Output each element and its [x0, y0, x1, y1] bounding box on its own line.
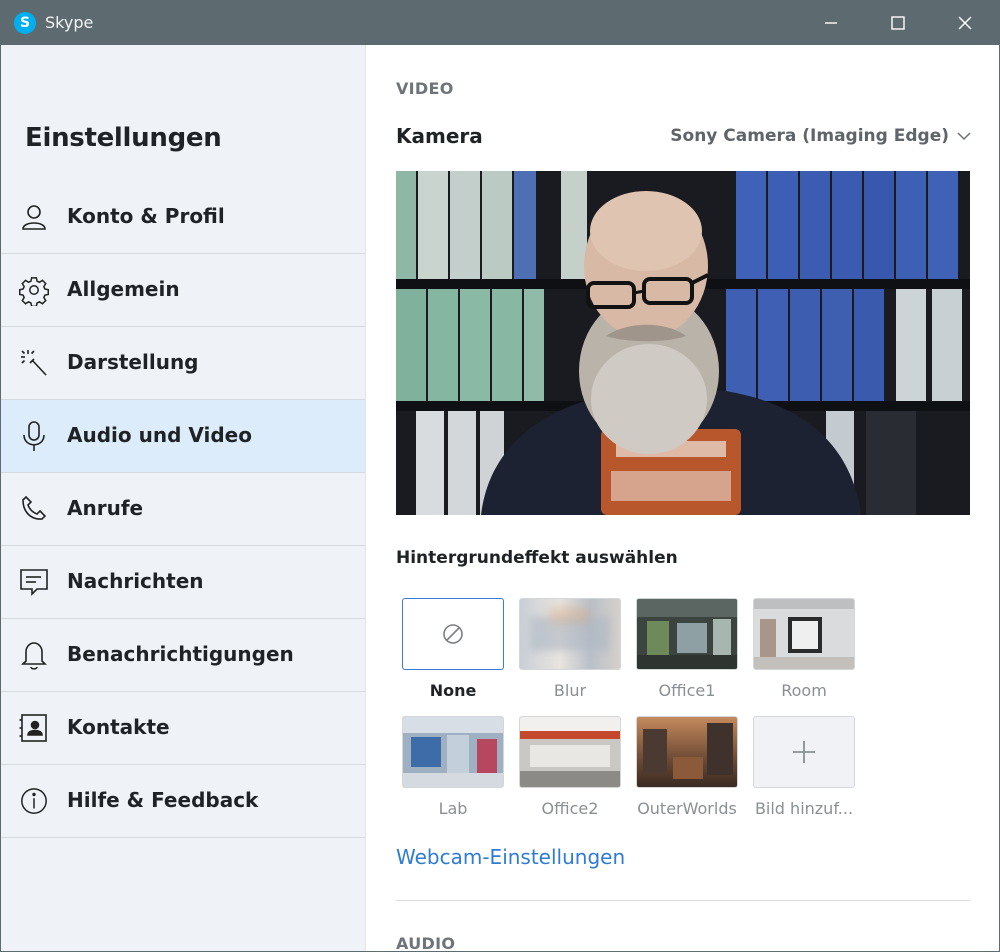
- background-tile-room[interactable]: Room: [753, 598, 855, 700]
- sidebar-item-label: Konto & Profil: [67, 204, 225, 228]
- settings-title: Einstellungen: [25, 123, 222, 153]
- sidebar-item-nachrichten[interactable]: Nachrichten: [1, 546, 365, 619]
- sidebar-item-kontakte[interactable]: Kontakte: [1, 692, 365, 765]
- background-tile-label: Room: [781, 681, 827, 700]
- background-tile-label: OuterWorlds: [637, 799, 737, 818]
- sidebar-item-label: Nachrichten: [67, 569, 204, 593]
- maximize-icon: [891, 16, 905, 30]
- background-effect-heading: Hintergrundeffekt auswählen: [396, 548, 678, 568]
- plus-icon: [793, 741, 815, 763]
- sidebar-item-allgemein[interactable]: Allgemein: [1, 254, 365, 327]
- background-tile-label: Office1: [658, 681, 716, 700]
- camera-label: Kamera: [396, 124, 483, 148]
- sidebar-item-anrufe[interactable]: Anrufe: [1, 473, 365, 546]
- settings-sidebar: Einstellungen Konto & Profil Allgemein D…: [1, 45, 366, 951]
- background-thumb: [753, 716, 855, 788]
- background-tile-blur[interactable]: Blur: [519, 598, 621, 700]
- camera-dropdown[interactable]: Sony Camera (Imaging Edge): [670, 126, 971, 146]
- background-tile-office2[interactable]: Office2: [519, 716, 621, 818]
- background-tile-label: Bild hinzuf...: [754, 799, 854, 818]
- sidebar-item-label: Kontakte: [67, 715, 170, 739]
- no-effect-icon: [443, 624, 463, 644]
- window-title: Skype: [45, 13, 94, 32]
- background-thumb: [519, 716, 621, 788]
- background-tile-label: Office2: [541, 799, 599, 818]
- background-thumb: [636, 598, 738, 670]
- sidebar-item-hilfe-feedback[interactable]: Hilfe & Feedback: [1, 765, 365, 838]
- background-tile-outerworlds[interactable]: OuterWorlds: [636, 716, 738, 818]
- settings-nav: Konto & Profil Allgemein Darstellung Aud…: [1, 181, 365, 838]
- video-section-label: VIDEO: [396, 79, 454, 98]
- background-thumb: [519, 598, 621, 670]
- person-icon: [19, 202, 49, 232]
- background-thumb: [402, 716, 504, 788]
- sidebar-item-benachrichtigungen[interactable]: Benachrichtigungen: [1, 619, 365, 692]
- background-tile-label: Lab: [438, 799, 468, 818]
- info-icon: [19, 786, 49, 816]
- background-thumb: [402, 598, 504, 670]
- background-tile-none[interactable]: None: [402, 598, 504, 700]
- sidebar-item-darstellung[interactable]: Darstellung: [1, 327, 365, 400]
- add-background-button[interactable]: Bild hinzuf...: [753, 716, 855, 818]
- magic-wand-icon: [19, 348, 49, 378]
- chevron-down-icon: [957, 132, 971, 141]
- background-tile-lab[interactable]: Lab: [402, 716, 504, 818]
- sidebar-item-label: Darstellung: [67, 350, 199, 374]
- contact-card-icon: [19, 713, 49, 743]
- skype-logo-icon: S: [14, 12, 36, 34]
- settings-content: VIDEO Kamera Sony Camera (Imaging Edge): [366, 45, 999, 951]
- microphone-icon: [19, 421, 49, 451]
- webcam-settings-link[interactable]: Webcam-Einstellungen: [396, 845, 625, 869]
- close-icon: [958, 16, 972, 30]
- gear-icon: [19, 275, 49, 306]
- sidebar-item-konto-profil[interactable]: Konto & Profil: [1, 181, 365, 254]
- bell-icon: [19, 640, 49, 670]
- background-tile-office1[interactable]: Office1: [636, 598, 738, 700]
- background-thumb: [636, 716, 738, 788]
- close-button[interactable]: [932, 1, 998, 45]
- sidebar-item-label: Anrufe: [67, 496, 144, 520]
- background-tile-label: Blur: [553, 681, 587, 700]
- skype-window: S Skype Einstellungen Konto & Profil All…: [0, 0, 1000, 952]
- camera-preview-image: [396, 171, 970, 515]
- sidebar-item-label: Allgemein: [67, 277, 180, 301]
- maximize-button[interactable]: [865, 1, 931, 45]
- section-divider: [396, 900, 970, 901]
- sidebar-item-label: Hilfe & Feedback: [67, 788, 259, 812]
- sidebar-item-audio-video[interactable]: Audio und Video: [1, 400, 365, 473]
- camera-selected-value: Sony Camera (Imaging Edge): [670, 126, 949, 146]
- sidebar-item-label: Benachrichtigungen: [67, 642, 294, 666]
- camera-preview: [396, 171, 970, 515]
- minimize-button[interactable]: [798, 1, 864, 45]
- minimize-icon: [825, 22, 837, 24]
- title-bar: S Skype: [1, 1, 999, 45]
- message-icon: [19, 567, 49, 597]
- background-tile-label: None: [429, 681, 477, 700]
- background-thumb: [753, 598, 855, 670]
- phone-icon: [19, 494, 49, 524]
- audio-section-label: AUDIO: [396, 934, 456, 952]
- sidebar-item-label: Audio und Video: [67, 423, 252, 447]
